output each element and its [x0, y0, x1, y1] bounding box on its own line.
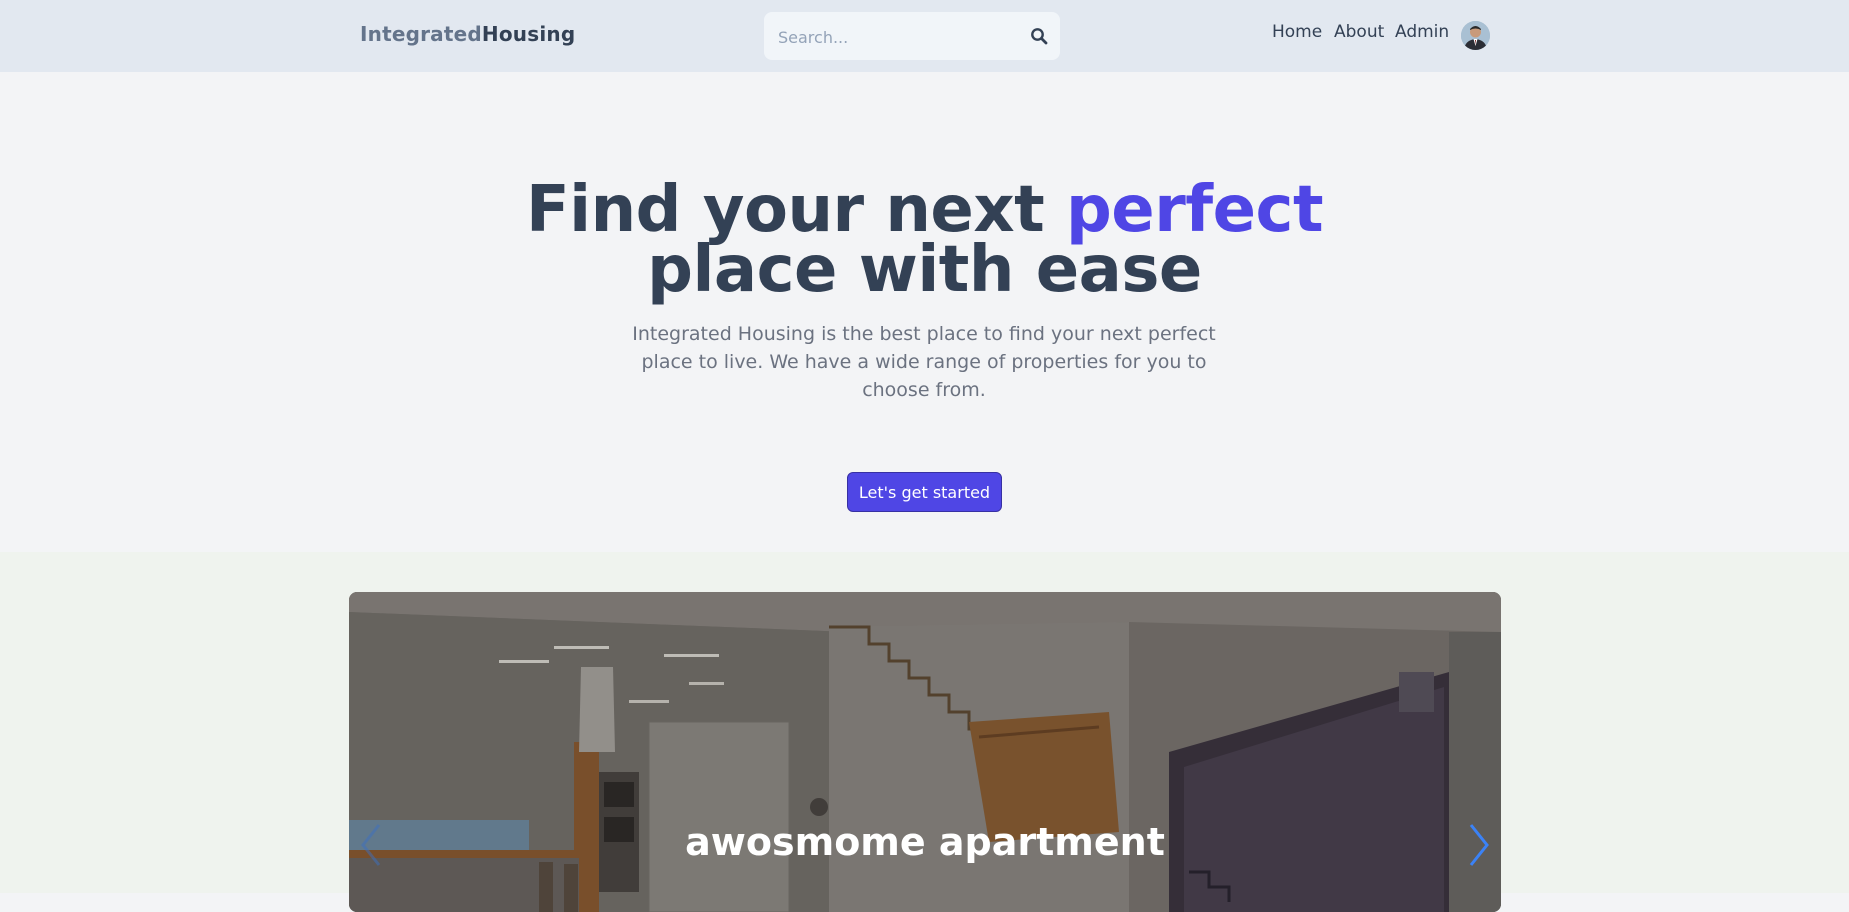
user-avatar[interactable] [1461, 21, 1490, 50]
logo-text-integrated: Integrated [360, 22, 482, 46]
nav-link-home[interactable]: Home [1272, 22, 1322, 42]
apartment-photo [349, 592, 1501, 912]
chevron-right-icon[interactable] [1463, 820, 1493, 870]
chevron-left-icon[interactable] [357, 820, 387, 870]
search-input[interactable] [776, 12, 1020, 62]
nav-link-admin[interactable]: Admin [1395, 22, 1449, 42]
top-navbar: IntegratedHousing Home About Admin [0, 0, 1849, 72]
brand-logo[interactable]: IntegratedHousing [360, 22, 575, 46]
property-carousel: awosmome apartment [349, 592, 1501, 912]
hero-title: Find your next perfect place with ease [0, 178, 1849, 302]
search-icon[interactable] [1030, 27, 1048, 45]
hero-section: Find your next perfect place with ease I… [0, 72, 1849, 552]
slide-title: awosmome apartment [685, 820, 1165, 864]
nav-link-about[interactable]: About [1334, 22, 1384, 42]
get-started-button[interactable]: Let's get started [847, 472, 1002, 512]
hero-title-line2: place with ease [647, 233, 1202, 307]
hero-description: Integrated Housing is the best place to … [632, 323, 1216, 401]
search-box [764, 12, 1060, 62]
avatar-icon [1461, 21, 1490, 50]
logo-text-housing: Housing [481, 22, 576, 46]
